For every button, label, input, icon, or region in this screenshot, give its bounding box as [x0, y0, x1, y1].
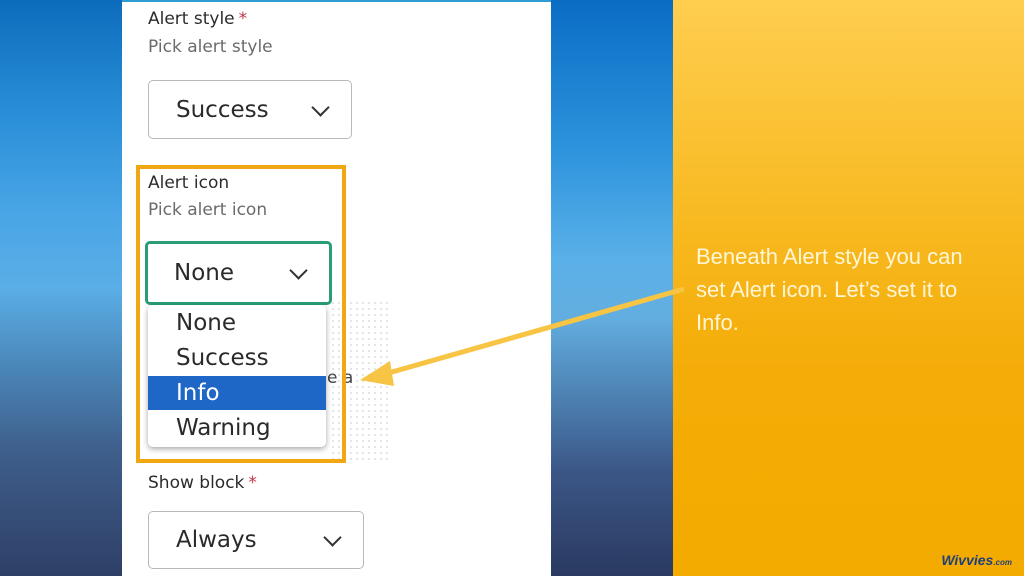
chevron-down-icon: [323, 528, 342, 547]
alert-style-value: Success: [176, 96, 269, 123]
required-mark: *: [248, 473, 257, 493]
alert-icon-highlight-box: [136, 165, 346, 463]
show-block-label: Show block *: [148, 473, 257, 493]
show-block-label-text: Show block: [148, 473, 245, 493]
left-background: [0, 0, 122, 576]
alert-style-label: Alert style *: [148, 9, 247, 29]
required-mark: *: [238, 9, 248, 29]
chevron-down-icon: [311, 97, 330, 117]
alert-style-dropdown[interactable]: Success: [148, 80, 352, 139]
alert-style-hint: Pick alert style: [148, 37, 273, 57]
brand-logo: Wivvies.com: [941, 552, 1012, 568]
alert-style-label-text: Alert style: [148, 9, 235, 29]
show-block-value: Always: [176, 527, 257, 553]
callout-text: Beneath Alert style you can set Alert ic…: [696, 244, 963, 335]
panel-top-border: [122, 0, 551, 2]
middle-background: [551, 0, 673, 576]
show-block-dropdown[interactable]: Always: [148, 511, 364, 569]
